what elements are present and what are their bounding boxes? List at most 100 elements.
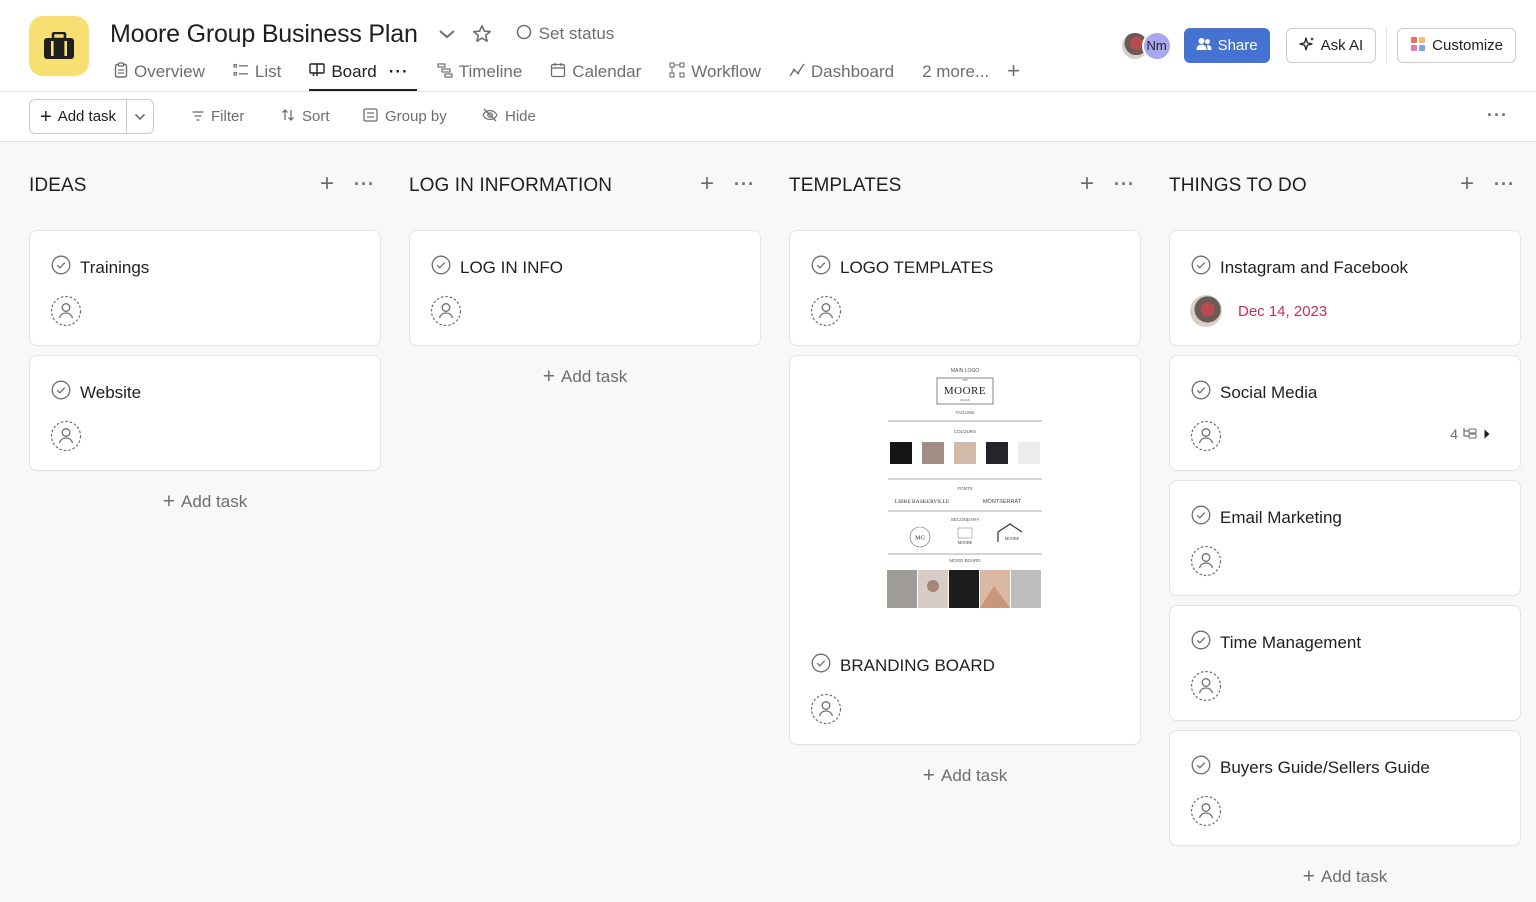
- task-card[interactable]: Trainings: [29, 230, 381, 346]
- add-card-plus-icon[interactable]: +: [320, 172, 334, 196]
- sort-button[interactable]: Sort: [281, 99, 330, 134]
- header-divider: [1386, 28, 1388, 63]
- sort-label: Sort: [302, 108, 330, 125]
- assignee-placeholder-icon[interactable]: [1190, 670, 1222, 702]
- cover-tagline-text: TAGLINE: [956, 410, 975, 415]
- filter-label: Filter: [211, 108, 245, 125]
- task-card[interactable]: LOGO TEMPLATES: [789, 230, 1141, 346]
- task-card[interactable]: Time Management: [1169, 605, 1521, 721]
- check-circle-icon[interactable]: [1191, 630, 1211, 655]
- check-circle-icon[interactable]: [811, 255, 831, 280]
- task-card[interactable]: Website: [29, 355, 381, 471]
- members-avatars[interactable]: Nm: [1119, 30, 1172, 61]
- add-task-button[interactable]: + Add task: [30, 100, 128, 133]
- tab-more[interactable]: 2 more...: [922, 56, 989, 88]
- cover-mood-board-text: MOOD BOARD: [949, 558, 981, 563]
- task-card[interactable]: Buyers Guide/Sellers Guide: [1169, 730, 1521, 846]
- subtask-count[interactable]: 4: [1450, 426, 1490, 442]
- assignee-placeholder-icon[interactable]: [810, 295, 842, 327]
- assignee-placeholder-icon[interactable]: [1190, 795, 1222, 827]
- column-more-icon[interactable]: ···: [1114, 174, 1135, 194]
- task-title: Instagram and Facebook: [1220, 257, 1409, 277]
- tab-list[interactable]: List: [233, 56, 281, 88]
- assignee-placeholder-icon[interactable]: [50, 295, 82, 327]
- add-card-plus-icon[interactable]: +: [700, 172, 714, 196]
- list-icon: [233, 62, 249, 82]
- add-task-link-label: Add task: [941, 766, 1008, 785]
- check-circle-icon[interactable]: [51, 380, 71, 405]
- filter-button[interactable]: Filter: [192, 99, 244, 134]
- avatar-initials: Nm: [1141, 30, 1172, 61]
- more-options-icon[interactable]: ···: [1487, 105, 1508, 126]
- tab-board-more-icon[interactable]: ···: [389, 62, 409, 82]
- assignee-placeholder-icon[interactable]: [1190, 420, 1222, 452]
- group-by-icon: [363, 107, 378, 126]
- plus-icon: +: [1302, 865, 1316, 888]
- check-circle-icon[interactable]: [1191, 505, 1211, 530]
- tab-overview[interactable]: Overview: [114, 56, 205, 88]
- task-card[interactable]: Social Media 4: [1169, 355, 1521, 471]
- project-title[interactable]: Moore Group Business Plan: [110, 20, 418, 49]
- add-tab-plus-icon[interactable]: +: [1007, 56, 1020, 88]
- plus-icon: +: [922, 764, 936, 787]
- star-icon[interactable]: [472, 24, 492, 44]
- task-card[interactable]: LOG IN INFO: [409, 230, 761, 346]
- tab-dashboard[interactable]: Dashboard: [789, 56, 894, 88]
- column-more-icon[interactable]: ···: [734, 174, 755, 194]
- tab-timeline[interactable]: Timeline: [437, 56, 522, 88]
- group-by-button[interactable]: Group by: [363, 99, 447, 134]
- add-task-link[interactable]: + Add task: [29, 480, 381, 524]
- add-task-dropdown[interactable]: [127, 100, 153, 133]
- tab-overview-label: Overview: [134, 62, 205, 81]
- tab-calendar[interactable]: Calendar: [550, 56, 641, 88]
- chevron-down-icon: [134, 108, 146, 126]
- eye-slash-icon: [482, 108, 498, 126]
- cover-moore-logo-text: MOORE: [944, 385, 986, 397]
- assignee-avatar[interactable]: [1190, 295, 1222, 327]
- column-title[interactable]: LOG IN INFORMATION: [409, 175, 612, 197]
- cover-secondary-text: SECONDARY: [951, 517, 979, 522]
- tab-board-label: Board: [331, 62, 377, 81]
- check-circle-icon[interactable]: [431, 255, 451, 280]
- check-circle-icon[interactable]: [51, 255, 71, 280]
- task-card[interactable]: Email Marketing: [1169, 480, 1521, 596]
- check-circle-icon[interactable]: [1191, 755, 1211, 780]
- tab-calendar-label: Calendar: [572, 62, 642, 81]
- customize-button[interactable]: Customize: [1397, 28, 1516, 63]
- tab-board[interactable]: Board ···: [309, 56, 418, 91]
- cover-main-logo-text: MAIN LOGO: [951, 368, 979, 374]
- share-button[interactable]: Share: [1183, 28, 1270, 63]
- add-task-link[interactable]: + Add task: [1169, 855, 1521, 899]
- due-date[interactable]: Dec 14, 2023: [1238, 303, 1327, 320]
- board-toolbar: + Add task Filter Sort Group by Hide ···: [0, 92, 1536, 142]
- column-title[interactable]: TEMPLATES: [789, 175, 901, 197]
- board-column-ideas: IDEAS + ··· Trainings Website + Add task: [29, 142, 381, 524]
- cover-the-text: THE: [962, 378, 968, 382]
- check-circle-icon[interactable]: [1191, 380, 1211, 405]
- tab-dashboard-label: Dashboard: [810, 62, 895, 81]
- assignee-placeholder-icon[interactable]: [50, 420, 82, 452]
- ask-ai-button[interactable]: Ask AI: [1285, 28, 1377, 63]
- cover-group-text: GROUP: [960, 398, 971, 402]
- column-title[interactable]: THINGS TO DO: [1169, 175, 1307, 197]
- check-circle-icon[interactable]: [1191, 255, 1211, 280]
- column-title[interactable]: IDEAS: [29, 175, 87, 197]
- group-by-label: Group by: [385, 108, 447, 125]
- task-card-with-cover[interactable]: MAIN LOGO THE MOORE GROUP TAGLINE COLOUR…: [789, 355, 1141, 745]
- task-card[interactable]: Instagram and Facebook Dec 14, 2023: [1169, 230, 1521, 346]
- column-more-icon[interactable]: ···: [1494, 174, 1515, 194]
- column-more-icon[interactable]: ···: [354, 174, 375, 194]
- add-card-plus-icon[interactable]: +: [1080, 172, 1094, 196]
- assignee-placeholder-icon[interactable]: [810, 693, 842, 725]
- tab-workflow[interactable]: Workflow: [669, 56, 761, 88]
- set-status-button[interactable]: Set status: [516, 24, 614, 45]
- check-circle-icon[interactable]: [811, 653, 831, 678]
- add-task-link[interactable]: + Add task: [789, 754, 1141, 798]
- hide-button[interactable]: Hide: [482, 99, 536, 134]
- assignee-placeholder-icon[interactable]: [430, 295, 462, 327]
- chevron-down-icon[interactable]: [438, 28, 456, 40]
- briefcase-icon[interactable]: [29, 16, 89, 76]
- add-task-link[interactable]: + Add task: [409, 355, 761, 399]
- assignee-placeholder-icon[interactable]: [1190, 545, 1222, 577]
- add-card-plus-icon[interactable]: +: [1460, 172, 1474, 196]
